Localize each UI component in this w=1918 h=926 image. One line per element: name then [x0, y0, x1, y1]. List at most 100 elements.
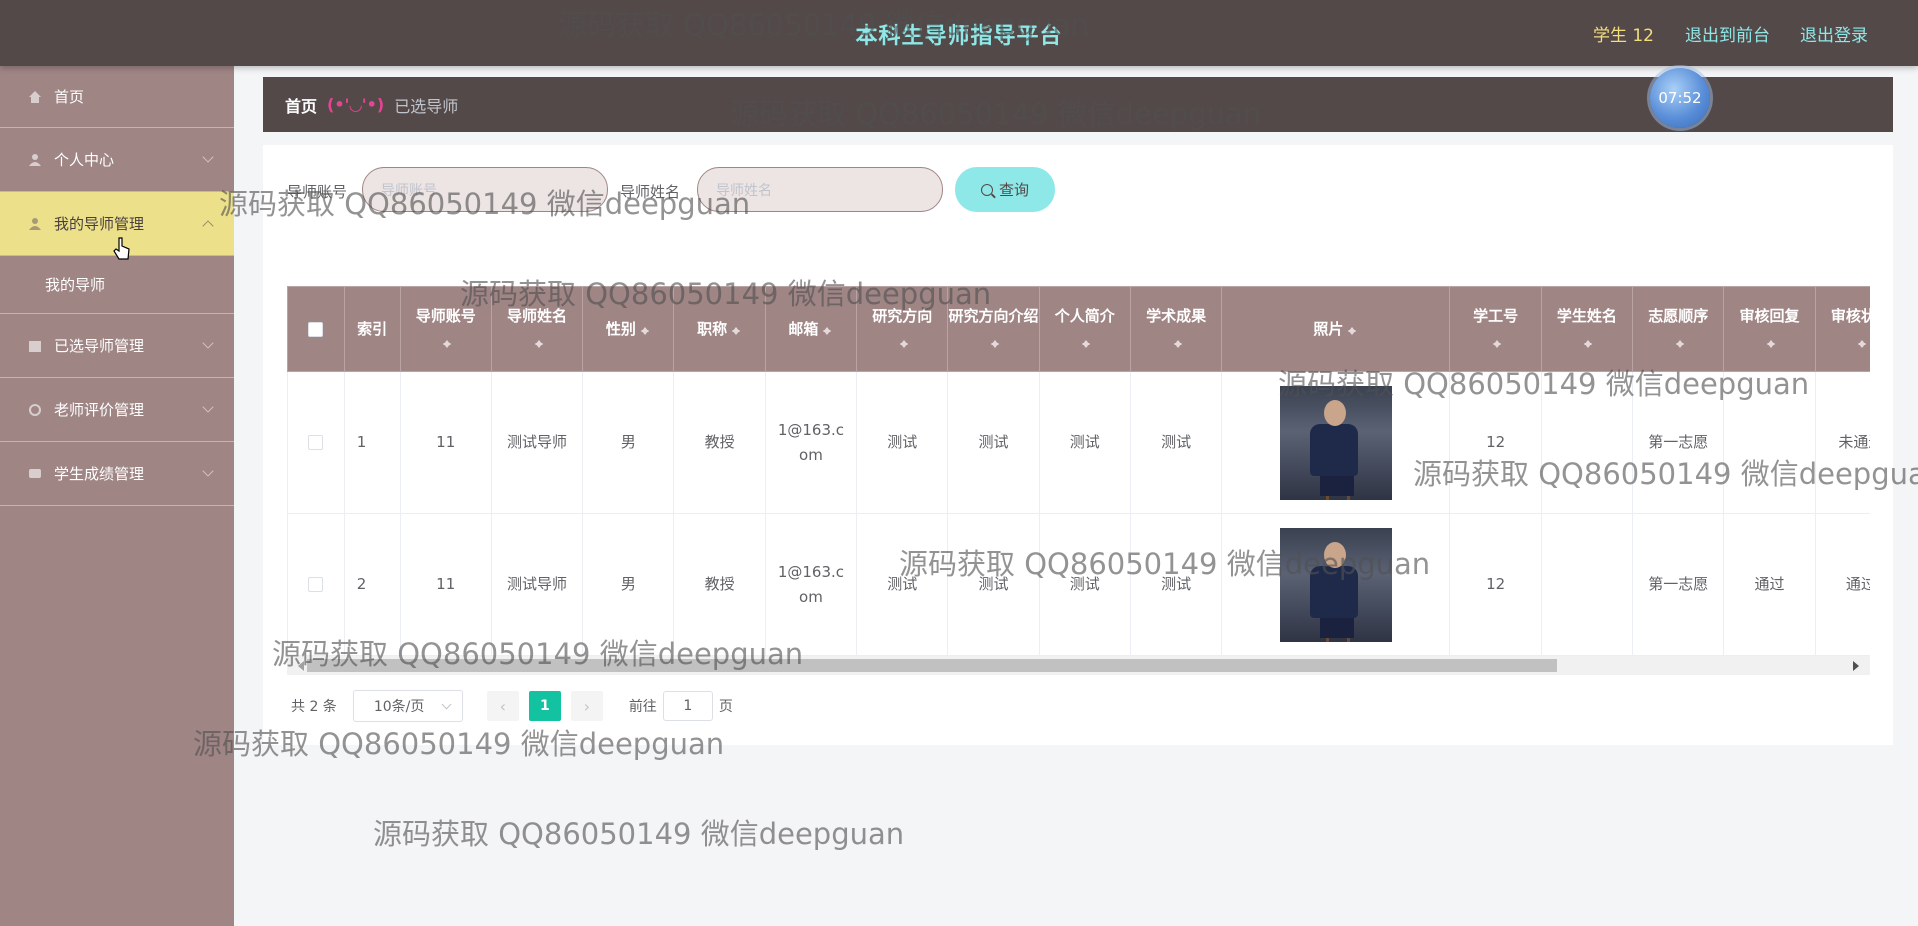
- cell-reply: 通过: [1723, 513, 1816, 656]
- search-button[interactable]: 查询: [955, 167, 1055, 212]
- goto-page-input[interactable]: 1: [662, 691, 713, 721]
- page-number-button[interactable]: 1: [528, 691, 561, 721]
- cell-achievement: 测试: [1129, 513, 1223, 656]
- table-row: 2 11 测试导师 男 教授 1@163.com 测试 测试 测试 测试 12 …: [287, 513, 1870, 656]
- column-header[interactable]: 导师姓名: [490, 286, 584, 372]
- column-header[interactable]: 研究方向: [856, 286, 949, 372]
- sidebar-item-label: 个人中心: [54, 151, 115, 169]
- next-page-button[interactable]: ›: [570, 691, 603, 721]
- sidebar-item-label: 我的导师管理: [54, 215, 145, 233]
- cell-status: 通过: [1814, 513, 1870, 656]
- sidebar: 首页 个人中心 我的导师管理 我的导师 已选导师管理 老师评价管理 学生成绩管理: [0, 66, 234, 926]
- horizontal-scrollbar[interactable]: [287, 656, 1870, 675]
- sidebar-item-teacher-evaluation[interactable]: 老师评价管理: [0, 378, 234, 442]
- cell-email: 1@163.com: [764, 513, 858, 656]
- column-header[interactable]: 审核回复: [1723, 286, 1816, 372]
- sort-icon[interactable]: [1856, 336, 1868, 350]
- chevron-down-icon: [202, 151, 214, 163]
- column-header[interactable]: 学生姓名: [1540, 286, 1634, 372]
- breadcrumb-home[interactable]: 首页: [285, 93, 317, 117]
- pagination: 共 2 条 10条/页 ‹ 1 › 前往 1 页: [291, 690, 733, 722]
- column-header[interactable]: 研究方向介绍: [947, 286, 1040, 372]
- row-select-cell: [287, 371, 345, 514]
- column-header[interactable]: 志愿顺序: [1632, 286, 1725, 372]
- sort-icon[interactable]: [730, 323, 742, 337]
- row-select-cell: [287, 513, 345, 656]
- tutor-photo: [1279, 527, 1392, 642]
- user-icon: [28, 217, 42, 231]
- column-header[interactable]: 照片: [1221, 286, 1451, 372]
- cell-photo: [1221, 513, 1451, 656]
- column-header[interactable]: 学术成果: [1129, 286, 1223, 372]
- cell-order: 第一志愿: [1632, 513, 1725, 656]
- breadcrumb-current: 已选导师: [394, 96, 459, 116]
- scroll-left-arrow-icon[interactable]: [293, 661, 304, 671]
- row-checkbox[interactable]: [308, 435, 324, 450]
- current-user: 学生 12: [1592, 26, 1654, 46]
- sidebar-item-home[interactable]: 首页: [0, 66, 234, 128]
- calendar-icon: [28, 339, 42, 353]
- settings-icon: [28, 403, 42, 417]
- chevron-down-icon: [202, 465, 214, 477]
- sort-icon[interactable]: [1765, 336, 1777, 350]
- sort-icon[interactable]: [1080, 336, 1092, 350]
- cell-index: 2: [343, 513, 401, 656]
- exit-to-front-link[interactable]: 退出到前台: [1685, 21, 1770, 46]
- sidebar-item-selected-tutor-management[interactable]: 已选导师管理: [0, 314, 234, 378]
- column-header[interactable]: 学工号: [1449, 286, 1542, 372]
- tutor-account-label: 导师账号: [287, 183, 348, 201]
- table-row: 1 11 测试导师 男 教授 1@163.com 测试 测试 测试 测试 12 …: [287, 371, 1870, 514]
- cell-account: 11: [399, 513, 492, 656]
- prev-page-button[interactable]: ‹: [486, 691, 519, 721]
- sort-icon[interactable]: [639, 323, 651, 337]
- row-checkbox[interactable]: [308, 577, 324, 592]
- sort-icon[interactable]: [1582, 336, 1594, 350]
- sidebar-item-label: 已选导师管理: [54, 337, 145, 355]
- cell-direction-intro: 测试: [947, 371, 1040, 514]
- page-size-select[interactable]: 10条/页: [352, 690, 463, 722]
- cell-achievement: 测试: [1129, 371, 1223, 514]
- column-header: 索引: [343, 286, 401, 372]
- cell-gender: 男: [582, 513, 675, 656]
- sort-icon[interactable]: [533, 336, 545, 350]
- cell-student-name: [1540, 513, 1634, 656]
- cell-direction: 测试: [856, 371, 949, 514]
- sidebar-item-personal-center[interactable]: 个人中心: [0, 128, 234, 192]
- table-header-row: 索引 导师账号 导师姓名 性别 职称 邮箱 研究方向 研究方向介绍 个人简介 学…: [287, 286, 1870, 372]
- column-header[interactable]: 职称: [673, 286, 766, 372]
- scroll-right-arrow-icon[interactable]: [1853, 661, 1864, 671]
- tutor-photo: [1279, 385, 1392, 500]
- tutor-account-input[interactable]: 导师账号: [362, 167, 608, 212]
- logout-link[interactable]: 退出登录: [1800, 21, 1868, 46]
- chevron-up-icon: [202, 220, 214, 232]
- breadcrumb-separator: (•'◡'•): [327, 95, 385, 114]
- user-icon: [28, 153, 42, 167]
- sort-icon[interactable]: [898, 336, 910, 350]
- sort-icon[interactable]: [1491, 336, 1503, 350]
- cell-email: 1@163.com: [764, 371, 858, 514]
- cell-student-id: 12: [1449, 513, 1542, 656]
- sidebar-item-student-grades[interactable]: 学生成绩管理: [0, 442, 234, 506]
- data-table: 索引 导师账号 导师姓名 性别 职称 邮箱 研究方向 研究方向介绍 个人简介 学…: [287, 286, 1870, 656]
- column-header[interactable]: 性别: [582, 286, 675, 372]
- scrollbar-thumb[interactable]: [307, 659, 1557, 672]
- select-all-checkbox[interactable]: [308, 322, 324, 337]
- chevron-down-icon: [202, 337, 214, 349]
- column-header[interactable]: 导师账号: [399, 286, 492, 372]
- sort-icon[interactable]: [1346, 323, 1358, 337]
- cell-student-id: 12: [1449, 371, 1542, 514]
- column-header[interactable]: 审核状态: [1814, 286, 1870, 372]
- column-header[interactable]: 个人简介: [1038, 286, 1131, 372]
- column-header[interactable]: 邮箱: [764, 286, 858, 372]
- tutor-name-input[interactable]: 导师姓名: [697, 167, 943, 212]
- sort-icon[interactable]: [1674, 336, 1686, 350]
- search-button-label: 查询: [998, 181, 1029, 199]
- sort-icon[interactable]: [989, 336, 1001, 350]
- sort-icon[interactable]: [1172, 336, 1184, 350]
- sort-icon[interactable]: [441, 336, 453, 350]
- cell-direction: 测试: [856, 513, 949, 656]
- cell-student-name: [1540, 371, 1634, 514]
- goto-label: 前往: [628, 699, 657, 715]
- sort-icon[interactable]: [821, 323, 833, 337]
- cell-status: 未通过: [1814, 371, 1870, 514]
